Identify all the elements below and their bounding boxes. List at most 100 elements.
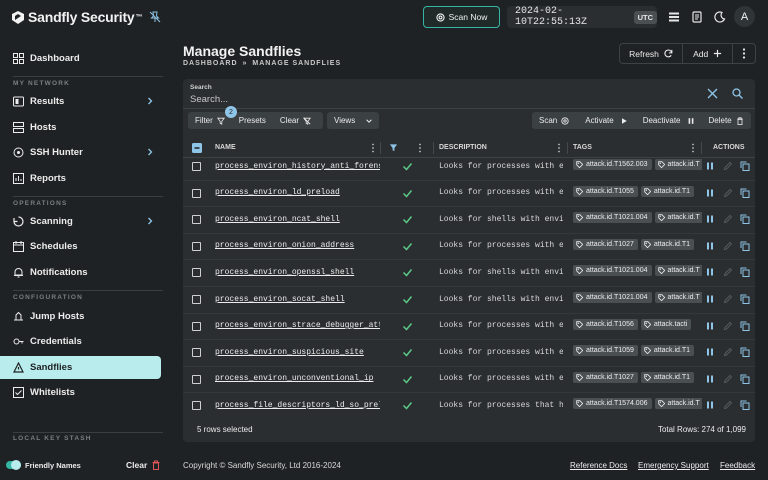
deactivate-button[interactable]: Deactivate: [636, 112, 702, 129]
table-row[interactable]: process_environ_strace_debugger_att Looks…: [183, 314, 755, 341]
edit-icon[interactable]: [723, 241, 733, 251]
server-list-icon[interactable]: [668, 11, 680, 23]
tag-chip[interactable]: attack.id.T1: [640, 345, 695, 357]
row-checkbox[interactable]: [192, 348, 201, 358]
filter-button[interactable]: Filter 2: [188, 106, 237, 129]
table-row[interactable]: process_environ_ncat_shell Looks for shel…: [183, 207, 755, 234]
copy-icon[interactable]: [740, 241, 750, 251]
column-menu-icon[interactable]: [418, 143, 422, 153]
sidebar-item-sandflies[interactable]: Sandflies: [0, 356, 161, 379]
sidebar-item-dashboard[interactable]: Dashboard: [0, 47, 161, 70]
copy-icon[interactable]: [740, 161, 750, 171]
tag-chip[interactable]: attack.tacti: [640, 318, 692, 330]
views-dropdown[interactable]: Views: [327, 112, 379, 129]
sidebar-item-notifications[interactable]: Notifications: [0, 261, 161, 284]
row-checkbox[interactable]: [192, 321, 201, 331]
pause-icon[interactable]: [705, 188, 715, 198]
table-row[interactable]: process_environ_openssl_shell Looks for s…: [183, 260, 755, 287]
copy-icon[interactable]: [740, 294, 750, 304]
sidebar-item-whitelists[interactable]: Whitelists: [0, 381, 161, 404]
edit-icon[interactable]: [723, 161, 733, 171]
tag-chip[interactable]: attack.id.T1027: [573, 371, 638, 383]
tag-chip[interactable]: attack.id.T1059: [573, 345, 638, 357]
sidebar-item-schedules[interactable]: Schedules: [0, 235, 161, 258]
table-row[interactable]: process_environ_onion_address Looks for p…: [183, 234, 755, 261]
pause-icon[interactable]: [705, 321, 715, 331]
sidebar-item-credentials[interactable]: Credentials: [0, 330, 161, 353]
pause-icon[interactable]: [705, 374, 715, 384]
tag-chip[interactable]: attack.id.T1: [640, 238, 695, 250]
edit-icon[interactable]: [723, 321, 733, 331]
pause-icon[interactable]: [705, 214, 715, 224]
add-button[interactable]: Add: [683, 44, 734, 63]
table-row[interactable]: process_environ_suspicious_site Looks for…: [183, 340, 755, 367]
tag-chip[interactable]: attack.id.T1021.004: [573, 265, 652, 277]
copy-icon[interactable]: [740, 347, 750, 358]
row-checkbox[interactable]: [192, 295, 201, 304]
table-row[interactable]: process_environ_socat_shell Looks for she…: [183, 287, 755, 314]
pause-icon[interactable]: [705, 241, 715, 251]
table-row[interactable]: process_environ_ld_preload Looks for proc…: [183, 181, 755, 208]
edit-icon[interactable]: [723, 400, 733, 410]
emergency-support-link[interactable]: Emergency Support: [638, 461, 709, 470]
sidebar-item-reports[interactable]: Reports: [0, 167, 161, 190]
tag-chip[interactable]: attack.id.T: [654, 292, 702, 303]
edit-icon[interactable]: [723, 347, 733, 357]
copy-icon[interactable]: [740, 214, 750, 225]
breadcrumb-dashboard[interactable]: DASHBOARD: [183, 60, 238, 67]
column-header-tags[interactable]: TAGS: [573, 144, 592, 151]
filter-icon[interactable]: [389, 143, 398, 152]
sidebar-item-results[interactable]: Results: [0, 90, 161, 113]
presets-button[interactable]: Presets: [232, 112, 273, 129]
scan-now-button[interactable]: Scan Now: [423, 6, 500, 28]
tag-chip[interactable]: attack.id.T1: [640, 371, 695, 383]
copy-icon[interactable]: [740, 267, 750, 278]
row-checkbox[interactable]: [192, 162, 201, 171]
edit-icon[interactable]: [723, 188, 733, 198]
edit-icon[interactable]: [723, 267, 733, 277]
table-row[interactable]: process_environ_unconventional_ip Looks f…: [183, 367, 755, 394]
sandfly-name-link[interactable]: process_environ_socat_shell: [215, 295, 380, 304]
unpin-sidebar-icon[interactable]: [149, 11, 161, 23]
tag-chip[interactable]: attack.id.T: [654, 212, 702, 224]
select-all-checkbox[interactable]: [192, 143, 202, 153]
sandfly-name-link[interactable]: process_environ_ncat_shell: [215, 215, 380, 224]
sandfly-name-link[interactable]: process_environ_unconventional_ip: [215, 374, 380, 383]
row-checkbox[interactable]: [192, 215, 201, 225]
reference-docs-link[interactable]: Reference Docs: [570, 461, 627, 470]
views-button[interactable]: Views: [327, 112, 379, 129]
sandfly-name-link[interactable]: process_environ_openssl_shell: [215, 268, 380, 277]
pause-icon[interactable]: [705, 294, 715, 304]
more-options-button[interactable]: [733, 44, 755, 63]
tag-chip[interactable]: attack.id.T: [654, 265, 702, 277]
tag-chip[interactable]: attack.id.T1056: [573, 318, 638, 330]
tag-chip[interactable]: attack.id.T: [654, 159, 702, 170]
sidebar-item-ssh-hunter[interactable]: SSH Hunter: [0, 141, 161, 164]
sandfly-name-link[interactable]: process_file_descriptors_ld_so_prel: [215, 401, 380, 410]
sidebar-item-scanning[interactable]: Scanning: [0, 210, 161, 233]
row-checkbox[interactable]: [192, 401, 201, 411]
sandfly-name-link[interactable]: process_environ_history_anti_forens: [215, 162, 380, 171]
search-input[interactable]: [190, 93, 690, 106]
edit-icon[interactable]: [723, 214, 733, 224]
pause-icon[interactable]: [705, 161, 715, 171]
bulk-scan-button[interactable]: Scan: [532, 112, 576, 129]
copy-icon[interactable]: [740, 400, 750, 411]
user-avatar[interactable]: A: [734, 6, 755, 27]
tag-chip[interactable]: attack.id.T1027: [573, 238, 638, 250]
search-icon[interactable]: [732, 88, 743, 99]
row-checkbox[interactable]: [192, 188, 201, 198]
edit-icon[interactable]: [723, 374, 733, 384]
app-logo[interactable]: Sandfly Security ™: [12, 9, 143, 25]
friendly-names-toggle[interactable]: [6, 460, 21, 470]
sandfly-name-link[interactable]: process_environ_onion_address: [215, 241, 380, 250]
copy-icon[interactable]: [740, 188, 750, 198]
trash-icon[interactable]: [151, 460, 161, 470]
feedback-link[interactable]: Feedback: [720, 461, 755, 470]
pause-icon[interactable]: [705, 267, 715, 277]
clear-search-icon[interactable]: [707, 88, 718, 99]
copy-icon[interactable]: [740, 374, 750, 384]
pause-icon[interactable]: [705, 400, 715, 410]
tag-chip[interactable]: attack.id.T1021.004: [573, 212, 652, 224]
edit-icon[interactable]: [723, 294, 733, 304]
